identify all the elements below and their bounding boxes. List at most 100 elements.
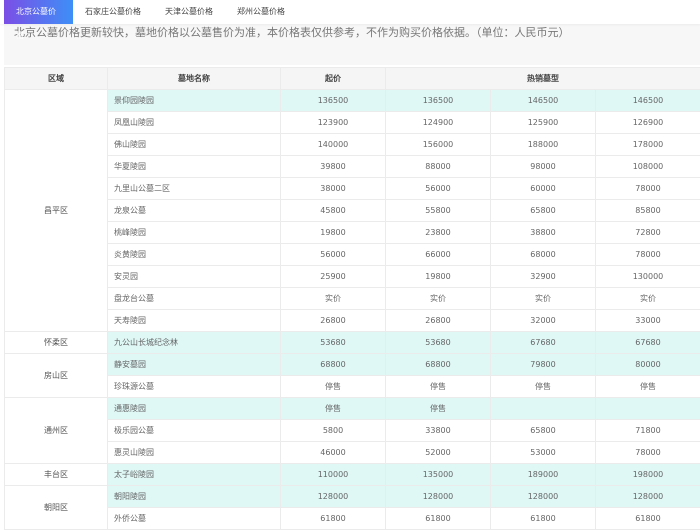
hot-price-cell: 68000: [490, 243, 596, 266]
hot-price-cell: 61800: [385, 507, 491, 530]
tab-zhengzhou[interactable]: 郑州公墓价格: [225, 0, 297, 24]
hot-price-cell: 66000: [385, 243, 491, 266]
hot-price-cell: 32000: [490, 309, 596, 332]
hot-price-cell: 80000: [595, 353, 700, 376]
hot-price-cell: 实价: [385, 287, 491, 310]
start-price-cell: 25900: [280, 265, 386, 288]
hot-price-cell: 128000: [490, 485, 596, 508]
hot-price-cell: 78000: [595, 243, 700, 266]
cemetery-name: 太子峪陵园: [107, 463, 281, 486]
hot-price-cell: 61800: [595, 507, 700, 530]
hot-price-cell: 61800: [490, 507, 596, 530]
hot-price-cell: 125900: [490, 111, 596, 134]
hot-price-cell: 停售: [385, 375, 491, 398]
hot-price-cell: 98000: [490, 155, 596, 178]
hot-price-cell: 停售: [490, 375, 596, 398]
hot-price-cell: 156000: [385, 133, 491, 156]
start-price-cell: 19800: [280, 221, 386, 244]
hot-price-cell: 124900: [385, 111, 491, 134]
hot-price-cell: 135000: [385, 463, 491, 486]
table-row: 炎黄陵园 56000 66000 68000 78000: [5, 243, 700, 266]
cemetery-name: 盘龙台公墓: [107, 287, 281, 310]
hot-price-cell: 128000: [385, 485, 491, 508]
hot-price-cell: 146500: [595, 89, 700, 112]
hot-price-cell: 188000: [490, 133, 596, 156]
hot-price-cell: 126900: [595, 111, 700, 134]
start-price-cell: 110000: [280, 463, 386, 486]
region-cell: 房山区: [4, 353, 108, 398]
cemetery-name: 九里山公墓二区: [107, 177, 281, 200]
tab-tianjin[interactable]: 天津公墓价格: [153, 0, 225, 24]
hot-price-cell: 71800: [595, 419, 700, 442]
region-cell: 朝阳区: [4, 485, 108, 530]
tab-beijing[interactable]: 北京公墓价格: [4, 0, 73, 40]
table-row: 盘龙台公墓 实价 实价 实价 实价: [5, 287, 700, 310]
hot-price-cell: 19800: [385, 265, 491, 288]
cemetery-name: 通惠陵园: [107, 397, 281, 420]
cemetery-name: 外侨公墓: [107, 507, 281, 530]
table-row: 龙泉公墓 45800 55800 65800 85800: [5, 199, 700, 222]
start-price-cell: 53680: [280, 331, 386, 354]
hot-price-cell: [595, 397, 700, 420]
start-price-cell: 45800: [280, 199, 386, 222]
table-row: 安灵园 25900 19800 32900 130000: [5, 265, 700, 288]
hot-price-cell: 65800: [490, 199, 596, 222]
price-table: 区域 墓地名称 起价 热销墓型 昌平区 景仰园陵园 136500 136500 1465…: [4, 67, 700, 530]
hot-price-cell: 32900: [490, 265, 596, 288]
table-header: 区域 墓地名称 起价 热销墓型: [4, 67, 700, 90]
start-price-cell: 140000: [280, 133, 386, 156]
hot-price-cell: 79800: [490, 353, 596, 376]
hot-price-cell: 178000: [595, 133, 700, 156]
hot-price-cell: 136500: [385, 89, 491, 112]
table-row: 房山区 静安墓园 68800 68800 79800 80000: [4, 353, 700, 398]
hot-price-cell: 停售: [385, 397, 491, 420]
hot-price-cell: 33800: [385, 419, 491, 442]
hot-price-cell: 53000: [490, 441, 596, 464]
header-start-price: 起价: [280, 67, 386, 90]
start-price-cell: 68800: [280, 353, 386, 376]
table-row: 珍珠源公墓 停售 停售 停售 停售: [5, 375, 700, 398]
start-price-cell: 61800: [280, 507, 386, 530]
table-row: 怀柔区 九公山长城纪念林 53680 53680 67680 67680: [4, 331, 700, 354]
hot-price-cell: 33000: [595, 309, 700, 332]
cemetery-name: 炎黄陵园: [107, 243, 281, 266]
region-cell: 丰台区: [4, 463, 108, 486]
cemetery-name: 九公山长城纪念林: [107, 331, 281, 354]
start-price-cell: 136500: [280, 89, 386, 112]
cemetery-name: 静安墓园: [107, 353, 281, 376]
header-region: 区域: [4, 67, 108, 90]
hot-price-cell: 60000: [490, 177, 596, 200]
start-price-cell: 停售: [280, 397, 386, 420]
hot-price-cell: 108000: [595, 155, 700, 178]
table-row: 九里山公墓二区 38000 56000 60000 78000: [5, 177, 700, 200]
notice-text: 北京公墓价格更新较快，墓地价格以公墓售价为准，本价格表仅供参考，不作为购买价格依…: [14, 26, 570, 39]
hot-price-cell: 130000: [595, 265, 700, 288]
hot-price-cell: 85800: [595, 199, 700, 222]
region-cell: 怀柔区: [4, 331, 108, 354]
hot-price-cell: 189000: [490, 463, 596, 486]
hot-price-cell: [490, 397, 596, 420]
hot-price-cell: 56000: [385, 177, 491, 200]
hot-price-cell: 52000: [385, 441, 491, 464]
start-price-cell: 56000: [280, 243, 386, 266]
hot-price-cell: 65800: [490, 419, 596, 442]
table-row: 惠灵山陵园 46000 52000 53000 78000: [5, 441, 700, 464]
cemetery-name: 桃峰陵园: [107, 221, 281, 244]
region-cell: 昌平区: [4, 89, 108, 332]
cemetery-name: 景仰园陵园: [107, 89, 281, 112]
hot-price-cell: 53680: [385, 331, 491, 354]
table-row: 极乐园公墓 5800 33800 65800 71800: [5, 419, 700, 442]
hot-price-cell: 68800: [385, 353, 491, 376]
cemetery-name: 惠灵山陵园: [107, 441, 281, 464]
tab-shijiazhuang[interactable]: 石家庄公墓价格: [73, 0, 153, 24]
header-name: 墓地名称: [107, 67, 281, 90]
region-cell: 通州区: [4, 397, 108, 464]
start-price-cell: 39800: [280, 155, 386, 178]
hot-price-cell: 78000: [595, 177, 700, 200]
cemetery-name: 极乐园公墓: [107, 419, 281, 442]
hot-price-cell: 实价: [595, 287, 700, 310]
hot-price-cell: 78000: [595, 441, 700, 464]
hot-price-cell: 88000: [385, 155, 491, 178]
city-tabs: 北京公墓价格 石家庄公墓价格 天津公墓价格 郑州公墓价格: [0, 0, 700, 40]
hot-price-cell: 128000: [595, 485, 700, 508]
